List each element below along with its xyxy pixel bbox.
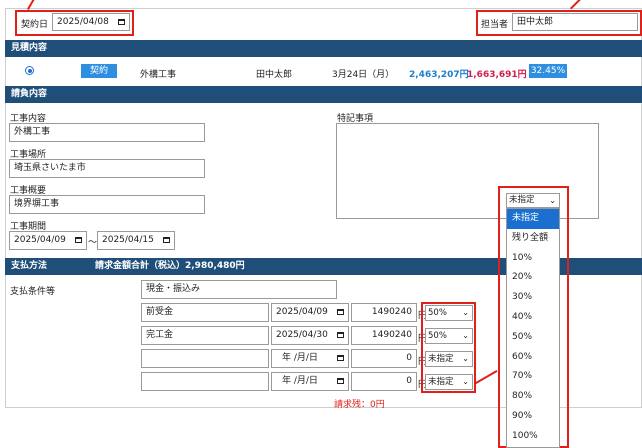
period-start-input[interactable]: 2025/04/09 bbox=[9, 231, 87, 250]
payment-section-title: 支払方法 bbox=[11, 261, 48, 271]
dropdown-trigger[interactable]: 未指定 ⌄ bbox=[506, 193, 560, 208]
status-badge-label: 契約 bbox=[89, 66, 108, 76]
dropdown-option[interactable]: 80% bbox=[507, 387, 559, 407]
payment-row-amount: 1490240 bbox=[371, 307, 412, 317]
calendar-icon[interactable] bbox=[337, 378, 344, 384]
payment-row-date: 2025/04/30 bbox=[276, 330, 328, 340]
payment-row-amount-input[interactable]: 1490240 bbox=[351, 326, 417, 345]
calendar-icon[interactable] bbox=[337, 309, 344, 315]
period-start-value: 2025/04/09 bbox=[14, 235, 66, 245]
payment-row-name-input[interactable]: 完工金 bbox=[141, 326, 269, 345]
dropdown-current-value: 未指定 bbox=[509, 195, 535, 205]
payment-row-amount-input[interactable]: 0 bbox=[351, 349, 417, 368]
estimate-work-name: 外構工事 bbox=[140, 70, 177, 80]
estimate-section-header: 見積内容 bbox=[5, 40, 642, 57]
calendar-icon[interactable] bbox=[75, 237, 82, 243]
estimate-percent: 32.45% bbox=[530, 66, 566, 76]
payment-row-name: 前受金 bbox=[146, 307, 174, 317]
dropdown-option[interactable]: 70% bbox=[507, 367, 559, 387]
contract-date-input[interactable]: 2025/04/08 bbox=[52, 13, 130, 31]
estimate-section-title: 見積内容 bbox=[11, 43, 48, 53]
person-label: 担当者 bbox=[481, 20, 509, 30]
summary-input[interactable]: 境界塀工事 bbox=[9, 195, 205, 214]
estimate-person: 田中太郎 bbox=[256, 70, 293, 80]
dropdown-option[interactable]: 10% bbox=[507, 249, 559, 269]
payment-method-input[interactable]: 現金・振込み bbox=[141, 280, 337, 299]
dropdown-option[interactable]: 100% bbox=[507, 427, 559, 447]
payment-row-name-input[interactable] bbox=[141, 349, 269, 368]
payment-row-date: 年 /月/日 bbox=[282, 376, 318, 386]
status-badge: 契約 bbox=[81, 64, 117, 78]
estimate-radio[interactable] bbox=[25, 66, 34, 75]
person-input[interactable]: 田中太郎 bbox=[512, 13, 638, 31]
calendar-icon[interactable] bbox=[118, 19, 125, 25]
calendar-icon[interactable] bbox=[337, 355, 344, 361]
person-value: 田中太郎 bbox=[517, 17, 554, 27]
dropdown-list: 未指定 残り全額 10% 20% 30% 40% 50% 60% 70% 80%… bbox=[506, 208, 560, 448]
payment-row-date-input[interactable]: 2025/04/30 bbox=[271, 326, 349, 345]
period-end-input[interactable]: 2025/04/15 bbox=[97, 231, 175, 250]
payment-row-date-input[interactable]: 年 /月/日 bbox=[271, 372, 349, 391]
calendar-icon[interactable] bbox=[163, 237, 170, 243]
dropdown-option[interactable]: 60% bbox=[507, 348, 559, 368]
payment-conditions-label: 支払条件等 bbox=[10, 287, 56, 297]
select-column-highlight bbox=[421, 302, 476, 393]
payment-method-value: 現金・振込み bbox=[146, 284, 201, 294]
payment-row-date-input[interactable]: 年 /月/日 bbox=[271, 349, 349, 368]
estimate-amount-blue: 2,463,207円 bbox=[409, 70, 469, 80]
estimate-amount-red: 1,663,691円 bbox=[467, 70, 527, 80]
work-content-value: 外構工事 bbox=[14, 127, 51, 137]
work-content-input[interactable]: 外構工事 bbox=[9, 123, 205, 142]
payment-row-date: 年 /月/日 bbox=[282, 353, 318, 363]
contract-date-label: 契約日 bbox=[21, 20, 49, 30]
period-tilde: 〜 bbox=[88, 238, 98, 248]
contract-section-title: 請負内容 bbox=[11, 89, 48, 99]
remaining-balance: 請求残：0円 bbox=[334, 400, 385, 410]
location-input[interactable]: 埼玉県さいたま市 bbox=[9, 159, 205, 178]
period-end-value: 2025/04/15 bbox=[102, 235, 154, 245]
chevron-down-icon: ⌄ bbox=[549, 196, 556, 205]
dropdown-option[interactable]: 40% bbox=[507, 308, 559, 328]
payment-row-name: 完工金 bbox=[146, 330, 174, 340]
payment-row-amount-input[interactable]: 0 bbox=[351, 372, 417, 391]
contract-date-value: 2025/04/08 bbox=[57, 17, 109, 27]
estimate-percent-badge: 32.45% bbox=[529, 64, 567, 78]
dropdown-option[interactable]: 90% bbox=[507, 407, 559, 427]
payment-row-name-input[interactable] bbox=[141, 372, 269, 391]
payment-row-name-input[interactable]: 前受金 bbox=[141, 303, 269, 322]
payment-total-label: 請求金額合計（税込）2,980,480円 bbox=[95, 261, 245, 271]
dropdown-option[interactable]: 残り全額 bbox=[507, 229, 559, 249]
dropdown-option[interactable]: 30% bbox=[507, 288, 559, 308]
payment-row-amount: 1490240 bbox=[371, 330, 412, 340]
payment-row-date-input[interactable]: 2025/04/09 bbox=[271, 303, 349, 322]
dropdown-option[interactable]: 未指定 bbox=[507, 209, 559, 229]
payment-row-amount: 0 bbox=[406, 376, 412, 386]
calendar-icon[interactable] bbox=[337, 332, 344, 338]
dropdown-option[interactable]: 20% bbox=[507, 268, 559, 288]
payment-row-amount-input[interactable]: 1490240 bbox=[351, 303, 417, 322]
summary-value: 境界塀工事 bbox=[14, 199, 60, 209]
dropdown-option[interactable]: 50% bbox=[507, 328, 559, 348]
estimate-date: 3月24日（月） bbox=[332, 70, 395, 80]
location-value: 埼玉県さいたま市 bbox=[14, 163, 86, 173]
payment-row-date: 2025/04/09 bbox=[276, 307, 328, 317]
payment-row-amount: 0 bbox=[406, 353, 412, 363]
contract-section-header: 請負内容 bbox=[5, 86, 642, 103]
